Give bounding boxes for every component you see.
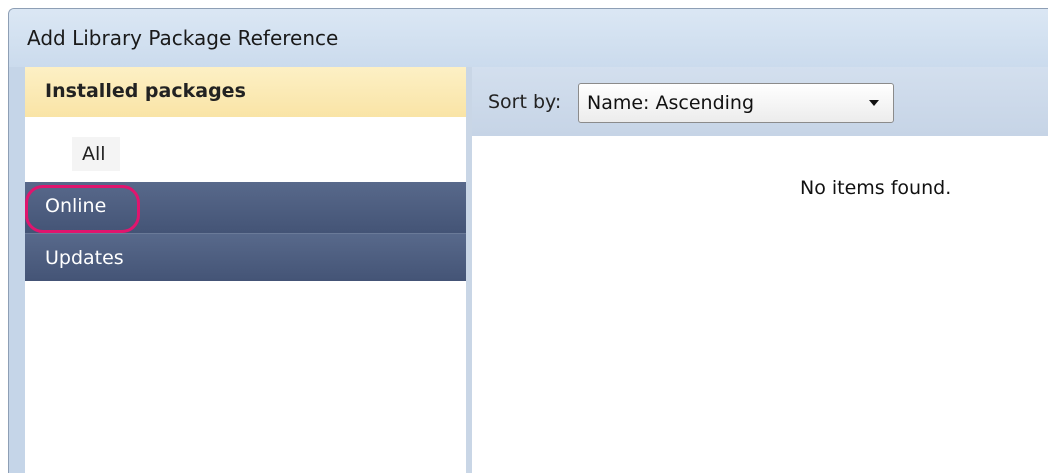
sort-label: Sort by: (488, 91, 562, 113)
annotation-highlight-circle (25, 185, 140, 233)
sidebar-item-label: Updates (45, 247, 124, 269)
sidebar-item-updates[interactable]: Updates (25, 233, 466, 281)
sidebar-subitem-label: All (82, 143, 106, 165)
empty-state-message: No items found. (800, 177, 952, 199)
sort-toolbar: Sort by: Name: Ascending (472, 67, 1048, 136)
main-pane: Sort by: Name: Ascending No items found. (472, 67, 1048, 473)
window-title: Add Library Package Reference (27, 26, 339, 50)
sort-dropdown-value: Name: Ascending (587, 92, 755, 114)
sidebar-item-installed-packages[interactable]: Installed packages (25, 67, 466, 117)
sidebar: Installed packages All Online Updates (25, 67, 466, 473)
chevron-down-icon (869, 100, 879, 106)
sort-dropdown[interactable]: Name: Ascending (578, 83, 894, 123)
sidebar-subitem-all[interactable]: All (72, 137, 120, 171)
sidebar-item-label: Installed packages (45, 80, 246, 102)
dialog-window: Add Library Package Reference Installed … (8, 8, 1048, 473)
dialog-content: Installed packages All Online Updates So… (25, 67, 1048, 473)
title-bar: Add Library Package Reference (9, 9, 1048, 67)
